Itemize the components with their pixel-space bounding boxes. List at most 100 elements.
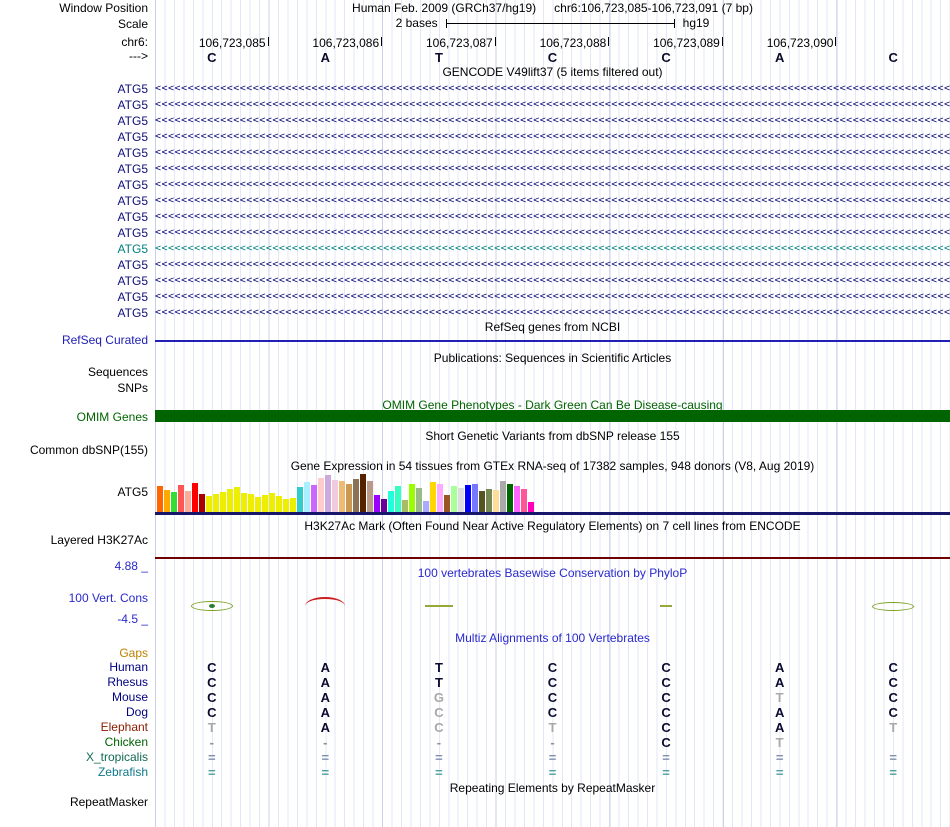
gtex-tissue-bar[interactable] (283, 499, 289, 512)
species-label-chicken[interactable]: Chicken (0, 736, 150, 749)
gtex-tissue-bar[interactable] (304, 482, 310, 512)
gtex-track-title[interactable]: Gene Expression in 54 tissues from GTEx … (155, 460, 950, 473)
gtex-tissue-bar[interactable] (241, 493, 247, 512)
gtex-tissue-bar[interactable] (507, 484, 513, 512)
gtex-tissue-bar[interactable] (339, 481, 345, 512)
gtex-tissue-bar[interactable] (493, 490, 499, 512)
conservation-mark[interactable] (660, 605, 673, 607)
gencode-transcript[interactable]: <<<<<<<<<<<<<<<<<<<<<<<<<<<<<<<<<<<<<<<<… (155, 97, 950, 113)
conservation-peak[interactable] (190, 601, 233, 611)
gencode-gene-label[interactable]: ATG5 (0, 99, 150, 112)
gtex-tissue-bar[interactable] (290, 498, 296, 512)
gtex-tissue-bar[interactable] (514, 486, 520, 512)
h3k27ac-track-label[interactable]: Layered H3K27Ac (0, 534, 150, 547)
gtex-tissue-bar[interactable] (199, 494, 205, 512)
refseq-track-title[interactable]: RefSeq genes from NCBI (155, 321, 950, 334)
h3k27ac-track-title[interactable]: H3K27Ac Mark (Often Found Near Active Re… (155, 520, 950, 533)
gtex-tissue-bar[interactable] (234, 487, 240, 512)
gencode-gene-label[interactable]: ATG5 (0, 227, 150, 240)
gtex-tissue-bar[interactable] (171, 492, 177, 512)
gtex-tissue-bar[interactable] (395, 486, 401, 512)
gtex-tissue-bar[interactable] (213, 494, 219, 512)
gencode-gene-label[interactable]: ATG5 (0, 275, 150, 288)
snps-track-label[interactable]: SNPs (0, 382, 150, 395)
gtex-tissue-bar[interactable] (227, 489, 233, 512)
gencode-gene-label[interactable]: ATG5 (0, 243, 150, 256)
gtex-tissue-bar[interactable] (374, 495, 380, 512)
gtex-tissue-bar[interactable] (269, 493, 275, 512)
gencode-gene-label[interactable]: ATG5 (0, 131, 150, 144)
phylop-track-title[interactable]: 100 vertebrates Basewise Conservation by… (155, 567, 950, 580)
gencode-gene-label[interactable]: ATG5 (0, 83, 150, 96)
gtex-tissue-bar[interactable] (353, 479, 359, 512)
gtex-gene-label[interactable]: ATG5 (0, 486, 150, 499)
gaps-row-label[interactable]: Gaps (0, 647, 150, 660)
gencode-gene-label[interactable]: ATG5 (0, 163, 150, 176)
gtex-tissue-bar[interactable] (360, 474, 366, 512)
gencode-transcript[interactable]: <<<<<<<<<<<<<<<<<<<<<<<<<<<<<<<<<<<<<<<<… (155, 113, 950, 129)
omim-genes-label[interactable]: OMIM Genes (0, 411, 150, 424)
gencode-gene-label[interactable]: ATG5 (0, 179, 150, 192)
gtex-tissue-bar[interactable] (465, 485, 471, 512)
gencode-gene-label[interactable]: ATG5 (0, 259, 150, 272)
conservation-track-label[interactable]: 100 Vert. Cons (0, 592, 150, 605)
gtex-tissue-bar[interactable] (430, 482, 436, 512)
dbsnp-track-title[interactable]: Short Genetic Variants from dbSNP releas… (155, 430, 950, 443)
repeatmasker-track-title[interactable]: Repeating Elements by RepeatMasker (155, 782, 950, 795)
gtex-tissue-bar[interactable] (402, 500, 408, 512)
gtex-tissue-bar[interactable] (444, 495, 450, 512)
gtex-tissue-bar[interactable] (521, 489, 527, 512)
gtex-tissue-bar[interactable] (248, 494, 254, 512)
gtex-tissue-bar[interactable] (416, 488, 422, 512)
species-label-human[interactable]: Human (0, 661, 150, 674)
gtex-tissue-bar[interactable] (311, 485, 317, 512)
omim-gene-item[interactable] (155, 410, 950, 422)
gtex-tissue-bar[interactable] (423, 501, 429, 512)
gtex-tissue-bar[interactable] (178, 485, 184, 512)
publications-track-title[interactable]: Publications: Sequences in Scientific Ar… (155, 352, 950, 365)
species-label-mouse[interactable]: Mouse (0, 691, 150, 704)
gtex-tissue-bar[interactable] (318, 478, 324, 512)
gtex-tissue-bar[interactable] (325, 475, 331, 512)
gencode-track-title[interactable]: GENCODE V49lift37 (5 items filtered out) (155, 66, 950, 79)
gencode-gene-label[interactable]: ATG5 (0, 307, 150, 320)
multiz-track-title[interactable]: Multiz Alignments of 100 Vertebrates (155, 632, 950, 645)
gencode-transcript[interactable]: <<<<<<<<<<<<<<<<<<<<<<<<<<<<<<<<<<<<<<<<… (155, 145, 950, 161)
repeatmasker-track-label[interactable]: RepeatMasker (0, 796, 150, 809)
gtex-tissue-bar[interactable] (367, 481, 373, 512)
gtex-tissue-bar[interactable] (157, 486, 163, 512)
gencode-transcript[interactable]: <<<<<<<<<<<<<<<<<<<<<<<<<<<<<<<<<<<<<<<<… (155, 209, 950, 225)
gtex-tissue-bar[interactable] (437, 484, 443, 512)
h3k27ac-signal-line[interactable] (155, 557, 950, 559)
gtex-tissue-bar[interactable] (276, 496, 282, 512)
gtex-tissue-bar[interactable] (185, 491, 191, 512)
gtex-tissue-bar[interactable] (332, 480, 338, 512)
conservation-peak[interactable] (872, 601, 915, 611)
species-label-elephant[interactable]: Elephant (0, 721, 150, 734)
gtex-tissue-bar[interactable] (528, 502, 534, 512)
gencode-transcript[interactable]: <<<<<<<<<<<<<<<<<<<<<<<<<<<<<<<<<<<<<<<<… (155, 257, 950, 273)
gtex-tissue-bar[interactable] (458, 488, 464, 512)
gtex-tissue-bar[interactable] (297, 487, 303, 512)
conservation-mark[interactable] (424, 605, 453, 607)
dbsnp-track-label[interactable]: Common dbSNP(155) (0, 444, 150, 457)
gtex-tissue-bar[interactable] (388, 491, 394, 512)
gtex-tissue-bar[interactable] (472, 484, 478, 512)
gtex-tissue-bar[interactable] (409, 484, 415, 512)
species-label-dog[interactable]: Dog (0, 706, 150, 719)
gtex-tissue-bar[interactable] (206, 496, 212, 512)
gtex-tissue-bar[interactable] (262, 495, 268, 512)
gencode-transcript[interactable]: <<<<<<<<<<<<<<<<<<<<<<<<<<<<<<<<<<<<<<<<… (155, 177, 950, 193)
sequences-track-label[interactable]: Sequences (0, 366, 150, 379)
species-label-x_tropicalis[interactable]: X_tropicalis (0, 751, 150, 764)
gtex-tissue-bar[interactable] (192, 483, 198, 512)
gtex-tissue-bar[interactable] (220, 492, 226, 512)
gtex-tissue-bar[interactable] (255, 497, 261, 512)
gtex-tissue-bar[interactable] (479, 491, 485, 512)
gencode-gene-label[interactable]: ATG5 (0, 211, 150, 224)
species-label-zebrafish[interactable]: Zebrafish (0, 766, 150, 779)
gtex-tissue-bar[interactable] (346, 484, 352, 512)
refseq-curated-item[interactable] (155, 340, 950, 342)
gtex-tissue-bar[interactable] (500, 481, 506, 512)
gencode-gene-label[interactable]: ATG5 (0, 115, 150, 128)
